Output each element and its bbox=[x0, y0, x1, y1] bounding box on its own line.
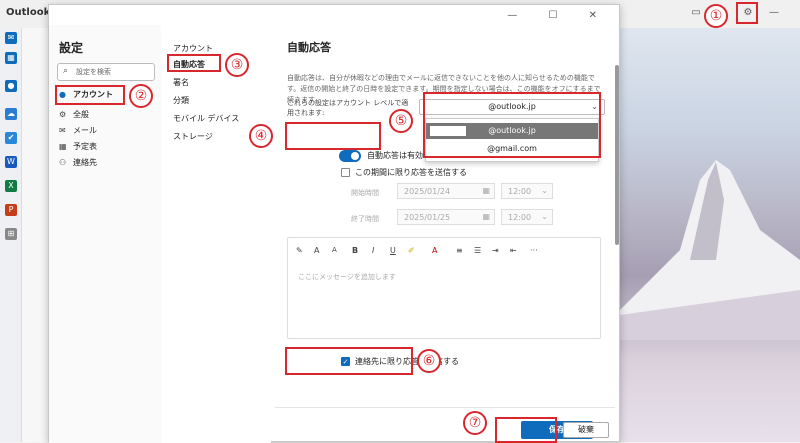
nav-item-label: 全般 bbox=[73, 110, 89, 119]
folder-pane bbox=[22, 28, 48, 442]
marker-3: ③ bbox=[225, 53, 249, 77]
nav-item-label: 予定表 bbox=[73, 142, 97, 151]
account-subnav: アカウント 自動応答 署名 分類 モバイル デバイス ストレージ bbox=[161, 25, 271, 443]
marker-1: ① bbox=[704, 4, 728, 28]
calendar-icon: ▦ bbox=[59, 142, 67, 151]
discard-button[interactable]: 破棄 bbox=[563, 422, 609, 438]
font-size-icon[interactable]: A bbox=[314, 246, 319, 255]
subnav-signature[interactable]: 署名 bbox=[173, 77, 189, 89]
onedrive-app-icon[interactable]: ☁ bbox=[5, 108, 17, 120]
start-date-field[interactable]: 2025/01/24 ▦ bbox=[397, 183, 495, 199]
more-icon[interactable]: ··· bbox=[530, 246, 538, 255]
start-label: 開始時間 bbox=[351, 189, 379, 197]
nav-item-label: 連絡先 bbox=[73, 158, 97, 167]
toggle-label: 自動応答は有効 bbox=[367, 151, 423, 160]
superscript-icon[interactable]: A bbox=[332, 246, 337, 254]
indent-icon[interactable]: ⇥ bbox=[492, 246, 499, 255]
annotation-box-contacts-only bbox=[285, 347, 413, 375]
auto-reply-panel: 自動応答 自動応答は、自分が休暇などの理由でメールに返信できないことを他の人に知… bbox=[275, 25, 615, 443]
font-color-icon[interactable]: A bbox=[432, 246, 437, 255]
subnav-mobile-devices[interactable]: モバイル デバイス bbox=[173, 113, 239, 125]
apps-icon[interactable]: ⊞ bbox=[5, 228, 17, 240]
calendar-icon: ▦ bbox=[482, 212, 490, 221]
end-time-value: 12:00 bbox=[508, 213, 532, 222]
nav-item-calendar[interactable]: ▦ 予定表 bbox=[57, 139, 97, 155]
search-icon: ⌕ bbox=[63, 66, 69, 76]
highlight-icon[interactable]: ✐ bbox=[408, 246, 415, 255]
annotation-box-auto-reply bbox=[167, 54, 221, 72]
subnav-categories[interactable]: 分類 bbox=[173, 95, 189, 107]
marker-7: ⑦ bbox=[463, 411, 487, 435]
start-time-value: 12:00 bbox=[508, 187, 532, 196]
auto-reply-toggle[interactable] bbox=[339, 150, 361, 162]
numbering-icon[interactable]: ☰ bbox=[474, 246, 481, 255]
people-icon: ⚇ bbox=[59, 158, 67, 167]
calendar-icon: ▦ bbox=[482, 186, 490, 195]
annotation-box-account bbox=[55, 85, 125, 105]
todo-app-icon[interactable]: ✔ bbox=[5, 132, 17, 144]
powerpoint-app-icon[interactable]: P bbox=[5, 204, 17, 216]
gear-icon: ⚙ bbox=[59, 110, 67, 119]
message-editor[interactable]: ✎ A A B I U ✐ A ≡ ☰ ⇥ ⇤ ··· ここにメッセージを追加し… bbox=[287, 237, 601, 339]
start-date-value: 2025/01/24 bbox=[404, 187, 451, 196]
bold-icon[interactable]: B bbox=[352, 246, 358, 255]
nav-item-general[interactable]: ⚙ 全般 bbox=[57, 107, 89, 123]
panel-title: 自動応答 bbox=[287, 41, 331, 54]
mountain-graphic bbox=[620, 160, 800, 340]
settings-title: 設定 bbox=[59, 41, 84, 55]
chevron-down-icon: ⌄ bbox=[541, 212, 548, 221]
end-label: 終了時間 bbox=[351, 215, 379, 223]
chevron-down-icon: ⌄ bbox=[541, 186, 548, 195]
period-label: この期間に限り応答を送信する bbox=[355, 168, 467, 177]
annotation-box-toggle bbox=[285, 122, 381, 150]
mail-app-icon[interactable]: ✉ bbox=[5, 32, 17, 44]
settings-dialog: — ☐ ✕ 設定 ⌕ 設定を検索 ● アカウント ⚙ 全般 ✉ メール ▦ 予定… bbox=[48, 4, 620, 443]
minimize-icon[interactable]: — bbox=[768, 7, 780, 19]
calendar-app-icon[interactable]: ▦ bbox=[5, 52, 17, 64]
word-app-icon[interactable]: W bbox=[5, 156, 17, 168]
nav-item-label: メール bbox=[73, 126, 97, 135]
end-date-value: 2025/01/25 bbox=[404, 213, 451, 222]
excel-app-icon[interactable]: X bbox=[5, 180, 17, 192]
bullets-icon[interactable]: ≡ bbox=[456, 246, 463, 255]
note-icon[interactable]: ▭ bbox=[690, 7, 702, 19]
mail-icon: ✉ bbox=[59, 126, 66, 135]
period-checkbox[interactable] bbox=[341, 168, 350, 177]
nav-item-people[interactable]: ⚇ 連絡先 bbox=[57, 155, 97, 171]
message-placeholder: ここにメッセージを追加します bbox=[298, 273, 396, 281]
underline-icon[interactable]: U bbox=[390, 246, 396, 255]
settings-search-input[interactable]: ⌕ 設定を検索 bbox=[57, 63, 155, 81]
start-time-field[interactable]: 12:00 ⌄ bbox=[501, 183, 553, 199]
outdent-icon[interactable]: ⇤ bbox=[510, 246, 517, 255]
app-title: Outlook bbox=[6, 7, 51, 18]
italic-icon[interactable]: I bbox=[372, 246, 374, 255]
marker-5: ⑤ bbox=[389, 109, 413, 133]
annotation-box-account-select bbox=[423, 92, 601, 158]
search-placeholder: 設定を検索 bbox=[76, 68, 111, 76]
nav-item-mail[interactable]: ✉ メール bbox=[57, 123, 97, 139]
people-app-icon[interactable]: ● bbox=[5, 80, 17, 92]
marker-4: ④ bbox=[249, 124, 273, 148]
app-rail: ✉ ▦ ● ☁ ✔ W X P ⊞ bbox=[0, 28, 22, 442]
format-painter-icon[interactable]: ✎ bbox=[296, 246, 303, 255]
annotation-box-save bbox=[495, 417, 557, 443]
toggle-knob bbox=[351, 152, 359, 160]
marker-2: ② bbox=[129, 84, 153, 108]
scrollbar[interactable] bbox=[615, 65, 619, 245]
dialog-window-controls[interactable]: — ☐ ✕ bbox=[507, 10, 611, 21]
annotation-box-gear bbox=[736, 2, 758, 24]
marker-6: ⑥ bbox=[417, 349, 441, 373]
end-time-field[interactable]: 12:00 ⌄ bbox=[501, 209, 553, 225]
subnav-storage[interactable]: ストレージ bbox=[173, 131, 213, 143]
end-date-field[interactable]: 2025/01/25 ▦ bbox=[397, 209, 495, 225]
